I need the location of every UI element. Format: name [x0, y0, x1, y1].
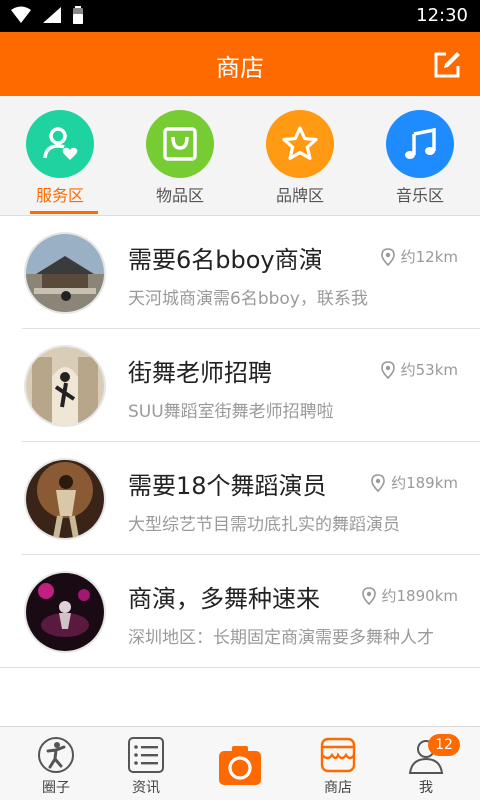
list-icon: [128, 737, 164, 773]
item-description: 天河城商演需6名bboy，联系我: [128, 289, 368, 309]
category-circle: [266, 110, 334, 178]
category-tabs: 服务区 物品区 品牌区 音乐区: [0, 96, 480, 216]
item-title: 街舞老师招聘: [128, 359, 272, 387]
dancer-icon: [38, 737, 74, 773]
avatar: [24, 458, 106, 540]
nav-store[interactable]: 商店: [290, 727, 386, 801]
nav-news-label: 资讯: [132, 780, 160, 796]
item-description: SUU舞蹈室街舞老师招聘啦: [128, 402, 334, 422]
star-icon: [282, 126, 318, 160]
signal-icon: [43, 7, 61, 23]
list-item[interactable]: 街舞老师招聘 约53km SUU舞蹈室街舞老师招聘啦: [0, 329, 480, 442]
divider: [0, 667, 480, 668]
nav-me-label: 我: [419, 780, 433, 796]
location-pin-icon: [371, 473, 385, 492]
tab-service[interactable]: 服务区: [0, 96, 120, 216]
shopping-bag-icon: [163, 127, 197, 161]
item-distance: 约12km: [380, 246, 458, 267]
camera-icon[interactable]: [218, 743, 262, 787]
nav-circle-label: 圈子: [42, 780, 70, 796]
status-bar: 12:30: [0, 0, 480, 32]
bottom-nav: 圈子 资讯 商店 我: [0, 726, 480, 800]
list-item[interactable]: 需要18个舞蹈演员 约189km 大型综艺节目需功底扎实的舞蹈演员: [0, 442, 480, 555]
shop-list: 需要6名bboy商演 约12km 天河城商演需6名bboy，联系我 街舞老师招聘: [0, 216, 480, 668]
tab-service-label: 服务区: [35, 186, 84, 205]
nav-circle[interactable]: 圈子: [8, 727, 104, 801]
item-title: 需要6名bboy商演: [128, 246, 323, 274]
battery-icon: [73, 6, 83, 24]
tab-goods[interactable]: 物品区: [120, 96, 240, 216]
avatar: [24, 571, 106, 653]
avatar: [24, 232, 106, 314]
location-pin-icon: [380, 247, 395, 266]
distance-text: 约189km: [391, 474, 458, 492]
status-time: 12:30: [416, 5, 468, 26]
page-title: 商店: [216, 54, 264, 82]
tab-music[interactable]: 音乐区: [360, 96, 480, 216]
location-pin-icon: [361, 586, 376, 605]
item-description: 深圳地区：长期固定商演需要多舞种人才: [128, 628, 434, 648]
user-heart-icon: [43, 127, 78, 160]
item-distance: 约53km: [380, 359, 458, 380]
item-distance: 约189km: [371, 472, 458, 493]
location-pin-icon: [380, 360, 395, 379]
tab-goods-label: 物品区: [155, 186, 204, 205]
tab-brand-label: 品牌区: [275, 186, 324, 205]
tab-music-label: 音乐区: [395, 186, 444, 205]
item-title: 商演，多舞种速来: [128, 585, 320, 613]
item-description: 大型综艺节目需功底扎实的舞蹈演员: [128, 515, 400, 535]
distance-text: 约53km: [400, 361, 458, 379]
category-circle: [386, 110, 454, 178]
app-header: 商店: [0, 32, 480, 96]
list-item[interactable]: 需要6名bboy商演 约12km 天河城商演需6名bboy，联系我: [0, 216, 480, 329]
tab-brand[interactable]: 品牌区: [240, 96, 360, 216]
avatar: [24, 345, 106, 427]
list-item[interactable]: 商演，多舞种速来 约1890km 深圳地区：长期固定商演需要多舞种人才: [0, 555, 480, 668]
item-title: 需要18个舞蹈演员: [128, 472, 327, 500]
nav-me[interactable]: 我: [378, 727, 474, 801]
item-distance: 约1890km: [361, 585, 458, 606]
nav-store-label: 商店: [324, 780, 352, 796]
active-tab-indicator: [30, 211, 98, 214]
category-circle: [26, 110, 94, 178]
store-icon: [320, 737, 356, 773]
notification-badge: 12: [428, 734, 460, 756]
distance-text: 约1890km: [381, 587, 458, 605]
distance-text: 约12km: [400, 248, 458, 266]
wifi-icon: [11, 6, 31, 23]
category-circle: [146, 110, 214, 178]
nav-news[interactable]: 资讯: [98, 727, 194, 801]
edit-square-icon[interactable]: [432, 50, 462, 80]
status-icons: [10, 6, 84, 24]
music-note-icon: [405, 127, 436, 159]
